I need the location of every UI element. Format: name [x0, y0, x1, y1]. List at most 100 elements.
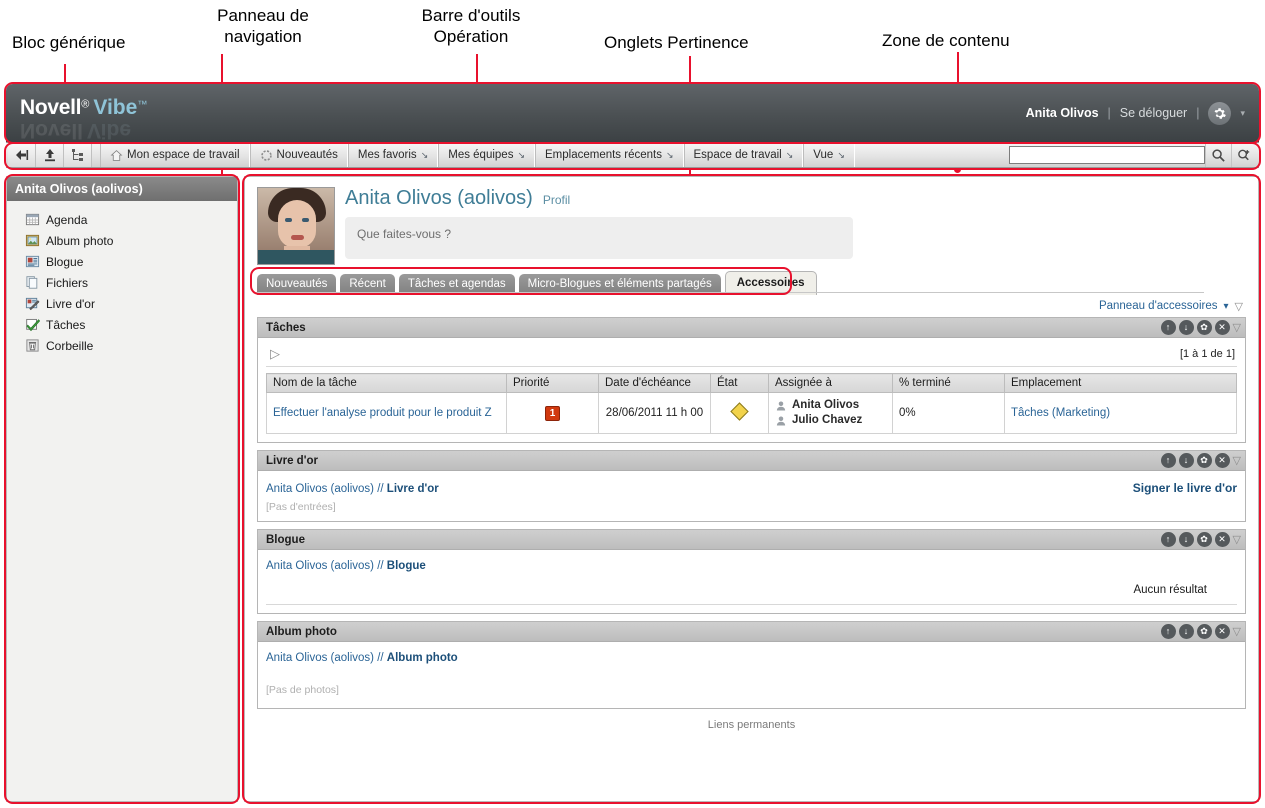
person-icon: [776, 416, 786, 425]
dropdown-arrow-icon[interactable]: ↘: [666, 150, 674, 161]
nav-item-mes-favoris[interactable]: Mes favoris ↘: [347, 143, 439, 167]
gear-icon[interactable]: ✿: [1196, 532, 1212, 547]
panel-icons: ↑ ↓ ✿ ✕ ▽: [1160, 320, 1241, 335]
nav-item-espace-de-travail[interactable]: Espace de travail ↘: [683, 143, 804, 167]
accessories-panel-link[interactable]: Panneau d'accessoires: [1099, 300, 1218, 312]
move-up-icon[interactable]: ↑: [1160, 624, 1176, 639]
nav-item-mon-espace-de-travail[interactable]: Mon espace de travail: [100, 143, 250, 167]
logo-trademark-icon: ™: [137, 99, 148, 111]
breadcrumb-prefix[interactable]: Anita Olivos (aolivos) //: [266, 560, 387, 572]
nav-item-vue[interactable]: Vue ↘: [803, 143, 855, 167]
breadcrumb-current[interactable]: Livre d'or: [387, 483, 439, 495]
profile-link[interactable]: Profil: [543, 193, 570, 207]
col-etat[interactable]: État: [710, 373, 769, 393]
no-result-message: Aucun résultat: [1133, 584, 1207, 596]
task-name-link[interactable]: Effectuer l'analyse produit pour le prod…: [273, 407, 492, 419]
collapse-icon[interactable]: ▽: [1233, 533, 1241, 546]
chevron-down-icon[interactable]: ▾: [1240, 108, 1245, 119]
sidebar-item-livre-dor[interactable]: Livre d'or: [25, 293, 237, 314]
sidebar-item-agenda[interactable]: Agenda: [25, 209, 237, 230]
nav-label: Mes favoris: [357, 149, 417, 161]
chevron-down-icon[interactable]: ▾: [1224, 301, 1229, 312]
breadcrumb: Anita Olivos (aolivos) // Blogue: [266, 560, 1237, 572]
dropdown-arrow-icon[interactable]: ↘: [517, 150, 525, 161]
panel-icons: ↑ ↓ ✿ ✕ ▽: [1160, 624, 1241, 639]
status-input[interactable]: Que faites-vous ?: [345, 217, 853, 259]
breadcrumb: Anita Olivos (aolivos) // Livre d'or: [266, 483, 439, 495]
col-assignee[interactable]: Assignée à: [768, 373, 893, 393]
panel-body: Anita Olivos (aolivos) // Album photo [P…: [258, 642, 1245, 708]
col-emplacement[interactable]: Emplacement: [1004, 373, 1237, 393]
header-separator-1: |: [1107, 106, 1111, 120]
sidebar-item-album-photo[interactable]: Album photo: [25, 230, 237, 251]
sidebar-item-blogue[interactable]: Blogue: [25, 251, 237, 272]
collapse-icon[interactable]: ▽: [1235, 300, 1243, 313]
gear-icon[interactable]: ✿: [1196, 624, 1212, 639]
collapse-icon[interactable]: ▽: [1233, 321, 1241, 334]
permalinks-label[interactable]: Liens permanents: [257, 719, 1246, 731]
gear-icon[interactable]: ✿: [1196, 453, 1212, 468]
sidebar-title: Anita Olivos (aolivos): [7, 177, 237, 201]
dropdown-arrow-icon[interactable]: ↘: [786, 150, 794, 161]
header-username[interactable]: Anita Olivos: [1026, 106, 1099, 120]
move-down-icon[interactable]: ↓: [1178, 320, 1194, 335]
result-count: [1 à 1 de 1]: [1179, 348, 1235, 360]
move-up-icon[interactable]: ↑: [1160, 320, 1176, 335]
tree-view-icon[interactable]: [64, 143, 92, 167]
sidebar-item-taches[interactable]: Tâches: [25, 314, 237, 335]
search-input[interactable]: [1009, 146, 1205, 164]
panel-header: Blogue ↑ ↓ ✿ ✕ ▽: [258, 530, 1245, 550]
close-icon[interactable]: ✕: [1214, 453, 1230, 468]
dropdown-arrow-icon[interactable]: ↘: [837, 150, 845, 161]
nav-item-mes-equipes[interactable]: Mes équipes ↘: [438, 143, 535, 167]
move-down-icon[interactable]: ↓: [1178, 532, 1194, 547]
breadcrumb-prefix[interactable]: Anita Olivos (aolivos) //: [266, 652, 387, 664]
breadcrumb-prefix[interactable]: Anita Olivos (aolivos) //: [266, 483, 387, 495]
gear-icon[interactable]: [1208, 101, 1232, 125]
logo-reflection-novell: Novell: [20, 119, 84, 142]
breadcrumb-current[interactable]: Album photo: [387, 652, 458, 664]
location-link[interactable]: Tâches (Marketing): [1011, 407, 1110, 419]
move-down-icon[interactable]: ↓: [1178, 624, 1194, 639]
nav-label: Espace de travail: [693, 149, 782, 161]
nav-item-emplacements-recents[interactable]: Emplacements récents ↘: [535, 143, 684, 167]
accessories-area: Panneau d'accessoires ▾ ▽ Tâches ↑ ↓ ✿ ✕…: [257, 295, 1246, 731]
sidebar-item-corbeille[interactable]: Corbeille: [25, 335, 237, 356]
sidebar-list: Agenda Album photo Blogue Fichiers Livre…: [7, 201, 237, 356]
col-pourcent[interactable]: % terminé: [892, 373, 1005, 393]
logo-reflection-vibe: Vibe: [87, 119, 131, 142]
panel-livre-dor: Livre d'or ↑ ↓ ✿ ✕ ▽ Anita Olivos (aoliv…: [257, 450, 1246, 522]
col-priorite[interactable]: Priorité: [506, 373, 599, 393]
col-date[interactable]: Date d'échéance: [598, 373, 711, 393]
panel-header: Tâches ↑ ↓ ✿ ✕ ▽: [258, 318, 1245, 338]
close-icon[interactable]: ✕: [1214, 624, 1230, 639]
assignee-name: Anita Olivos: [792, 399, 860, 411]
move-up-icon[interactable]: ↑: [1160, 532, 1176, 547]
sign-guestbook-link[interactable]: Signer le livre d'or: [1133, 481, 1237, 495]
close-icon[interactable]: ✕: [1214, 532, 1230, 547]
sidebar-item-fichiers[interactable]: Fichiers: [25, 272, 237, 293]
back-arrow-icon[interactable]: [8, 143, 36, 167]
nav-item-nouveautes[interactable]: Nouveautés: [249, 143, 348, 167]
move-up-icon[interactable]: ↑: [1160, 453, 1176, 468]
panel-title: Livre d'or: [266, 454, 318, 467]
close-icon[interactable]: ✕: [1214, 320, 1230, 335]
move-down-icon[interactable]: ↓: [1178, 453, 1194, 468]
search-area: [1009, 143, 1259, 167]
annotation-zone-contenu: Zone de contenu: [882, 31, 1010, 50]
dropdown-arrow-icon[interactable]: ↘: [421, 150, 429, 161]
collapse-icon[interactable]: ▽: [1233, 625, 1241, 638]
sidebar-item-label: Tâches: [46, 317, 86, 332]
col-nom[interactable]: Nom de la tâche: [266, 373, 507, 393]
panel-header: Album photo ↑ ↓ ✿ ✕ ▽: [258, 622, 1245, 642]
breadcrumb-current[interactable]: Blogue: [387, 560, 426, 572]
upload-icon[interactable]: [36, 143, 64, 167]
tabs-underline: [256, 292, 1204, 293]
expand-icon[interactable]: ▷: [270, 346, 280, 362]
advanced-search-icon[interactable]: [1231, 143, 1257, 167]
gear-icon[interactable]: ✿: [1196, 320, 1212, 335]
search-icon[interactable]: [1205, 143, 1231, 167]
panel-title: Tâches: [266, 321, 306, 334]
collapse-icon[interactable]: ▽: [1233, 454, 1241, 467]
logout-link[interactable]: Se déloguer: [1120, 106, 1187, 120]
